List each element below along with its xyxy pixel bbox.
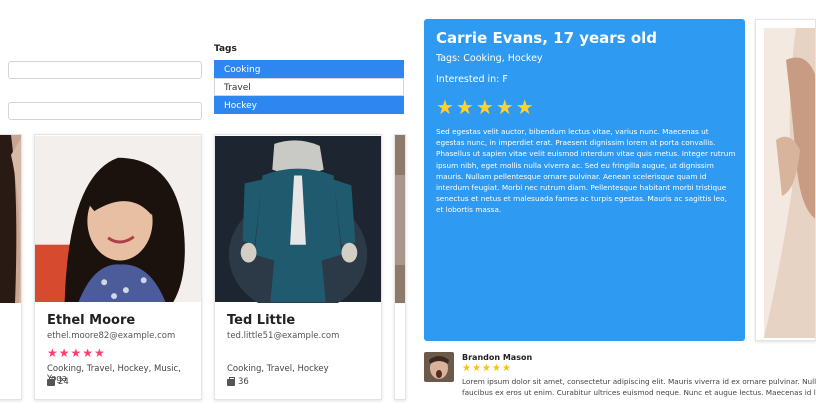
profile-photo bbox=[764, 28, 815, 338]
profile-count: 24 bbox=[47, 376, 69, 387]
count-value: 36 bbox=[238, 377, 249, 387]
rating-stars: ★★★★★ bbox=[47, 346, 106, 360]
avatar bbox=[424, 352, 454, 382]
profile-name: Ted Little bbox=[227, 313, 296, 328]
detail-rating-stars: ★★★★★ bbox=[436, 95, 536, 119]
profile-card-partial-left[interactable] bbox=[0, 134, 22, 400]
profile-photo bbox=[35, 136, 201, 302]
profile-card[interactable]: Ethel Moore ethel.moore82@example.com ★★… bbox=[34, 134, 202, 400]
detail-title: Carrie Evans, 17 years old bbox=[436, 29, 658, 47]
profile-name: Ethel Moore bbox=[47, 313, 136, 328]
tag-option-hockey[interactable]: Hockey bbox=[214, 96, 404, 114]
profile-tags: Cooking, Travel, Hockey, Music, Yoga bbox=[47, 364, 181, 384]
review-text-line: Lorem ipsum dolor sit amet, consectetur … bbox=[462, 377, 816, 386]
review-rating-stars: ★★★★★ bbox=[462, 363, 512, 374]
profile-tags: Cooking, Travel, Hockey bbox=[227, 364, 329, 374]
profile-photo bbox=[395, 135, 405, 303]
detail-tags: Tags: Cooking, Hockey bbox=[436, 53, 543, 64]
tag-option-travel[interactable]: Travel bbox=[214, 78, 404, 96]
detail-interested-in: Interested in: F bbox=[436, 74, 508, 85]
tag-option-cooking[interactable]: Cooking bbox=[214, 60, 404, 78]
review-text: Lorem ipsum dolor sit amet, consectetur … bbox=[462, 376, 816, 402]
detail-bio: Sed egestas velit auctor, bibendum lectu… bbox=[436, 127, 736, 215]
profile-card[interactable]: Ted Little ted.little51@example.com Cook… bbox=[214, 134, 382, 400]
profile-detail-panel: Carrie Evans, 17 years old Tags: Cooking… bbox=[424, 19, 745, 341]
profile-email: ted.little51@example.com bbox=[227, 331, 340, 341]
reviewer-avatar bbox=[424, 352, 454, 382]
count-value: 24 bbox=[58, 377, 69, 387]
filter-input-2[interactable] bbox=[8, 102, 202, 120]
profile-email: ethel.moore82@example.com bbox=[47, 331, 176, 341]
briefcase-icon bbox=[47, 376, 55, 386]
tags-label: Tags bbox=[214, 44, 237, 54]
profile-card-partial[interactable] bbox=[394, 134, 406, 400]
filter-input-1[interactable] bbox=[8, 61, 202, 79]
profile-photo bbox=[0, 135, 21, 303]
briefcase-icon bbox=[227, 376, 235, 386]
tags-select[interactable]: Cooking Travel Hockey bbox=[214, 60, 404, 114]
reviewer-name: Brandon Mason bbox=[462, 353, 533, 362]
review-text-line: faucibus ex eros ut enim. Curabitur ultr… bbox=[462, 388, 816, 397]
profile-card-partial-right[interactable] bbox=[755, 19, 816, 341]
profile-count: 36 bbox=[227, 376, 249, 387]
profile-photo bbox=[215, 136, 381, 303]
